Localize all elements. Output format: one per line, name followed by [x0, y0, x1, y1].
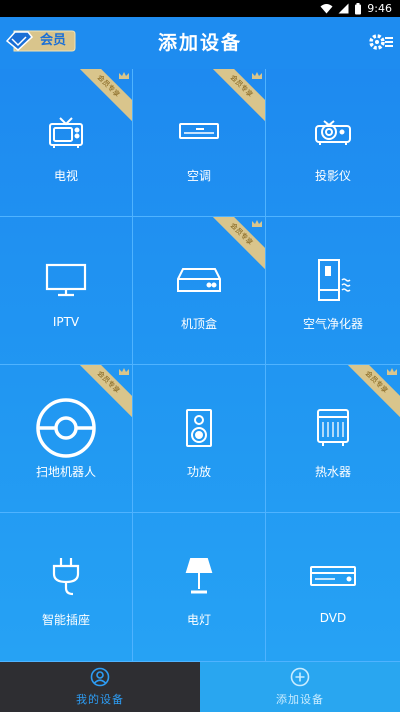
- device-tile-tv[interactable]: 会员专享 电视: [0, 69, 133, 217]
- signal-icon: [338, 3, 349, 14]
- user-icon: [90, 667, 110, 687]
- device-label: DVD: [319, 611, 347, 625]
- device-label: 电灯: [186, 613, 211, 627]
- status-bar: 9:46: [0, 0, 400, 17]
- crown-icon: [252, 220, 262, 227]
- tab-add-device[interactable]: 添加设备: [200, 662, 400, 712]
- vip-ribbon: 会员专享: [72, 365, 132, 425]
- device-tile-projector[interactable]: 投影仪: [266, 69, 400, 217]
- device-label: 功放: [186, 465, 211, 479]
- vip-ribbon: 会员专享: [205, 69, 265, 129]
- device-tile-set-top-box[interactable]: 会员专享 机顶盒: [133, 217, 266, 365]
- tab-label: 添加设备: [276, 693, 324, 706]
- monitor-icon: [45, 255, 87, 305]
- device-tile-dvd[interactable]: DVD: [266, 513, 400, 662]
- speaker-icon: [185, 403, 213, 453]
- wifi-icon: [320, 4, 333, 14]
- device-label: 投影仪: [314, 169, 351, 183]
- device-label: 电视: [53, 169, 78, 183]
- dvd-icon: [309, 551, 357, 601]
- device-label: 扫地机器人: [35, 465, 96, 479]
- device-tile-lamp[interactable]: 电灯: [133, 513, 266, 662]
- vip-ribbon: 会员专享: [340, 365, 400, 425]
- device-tile-iptv[interactable]: IPTV: [0, 217, 133, 365]
- app-bar: 会员 添加设备: [0, 17, 400, 69]
- device-label: 机顶盒: [180, 317, 217, 331]
- device-tile-air-purifier[interactable]: 空气净化器: [266, 217, 400, 365]
- device-tile-amplifier[interactable]: 功放: [133, 365, 266, 513]
- crown-icon: [387, 368, 397, 375]
- vip-ribbon: 会员专享: [205, 217, 265, 277]
- device-label: 热水器: [314, 465, 351, 479]
- device-tile-smart-plug[interactable]: 智能插座: [0, 513, 133, 662]
- device-tile-water-heater[interactable]: 会员专享 热水器: [266, 365, 400, 513]
- tab-label: 我的设备: [76, 693, 124, 706]
- crown-icon: [119, 72, 129, 79]
- projector-icon: [314, 107, 352, 157]
- device-label: 智能插座: [41, 613, 90, 627]
- crown-icon: [252, 72, 262, 79]
- device-label: IPTV: [52, 315, 80, 329]
- air-purifier-icon: [315, 255, 351, 305]
- tab-my-devices[interactable]: 我的设备: [0, 662, 200, 712]
- vip-ribbon: 会员专享: [72, 69, 132, 129]
- gear-menu-icon: [369, 34, 393, 50]
- device-label: 空气净化器: [302, 317, 363, 331]
- plug-icon: [51, 551, 81, 601]
- device-tile-robot-vacuum[interactable]: 会员专享 扫地机器人: [0, 365, 133, 513]
- device-grid: 会员专享 电视 会员专享 空调 投影仪 IPTV 会员专享 机顶盒 空气净化器 …: [0, 69, 400, 662]
- device-label: 空调: [186, 169, 211, 183]
- lamp-icon: [184, 551, 214, 601]
- crown-icon: [119, 368, 129, 375]
- status-time: 9:46: [367, 2, 392, 15]
- settings-button[interactable]: [368, 31, 394, 53]
- device-tile-air-conditioner[interactable]: 会员专享 空调: [133, 69, 266, 217]
- page-title: 添加设备: [157, 32, 242, 54]
- battery-icon: [355, 2, 362, 14]
- bottom-tab-bar: 我的设备 添加设备: [0, 662, 400, 712]
- add-circle-icon: [290, 667, 310, 687]
